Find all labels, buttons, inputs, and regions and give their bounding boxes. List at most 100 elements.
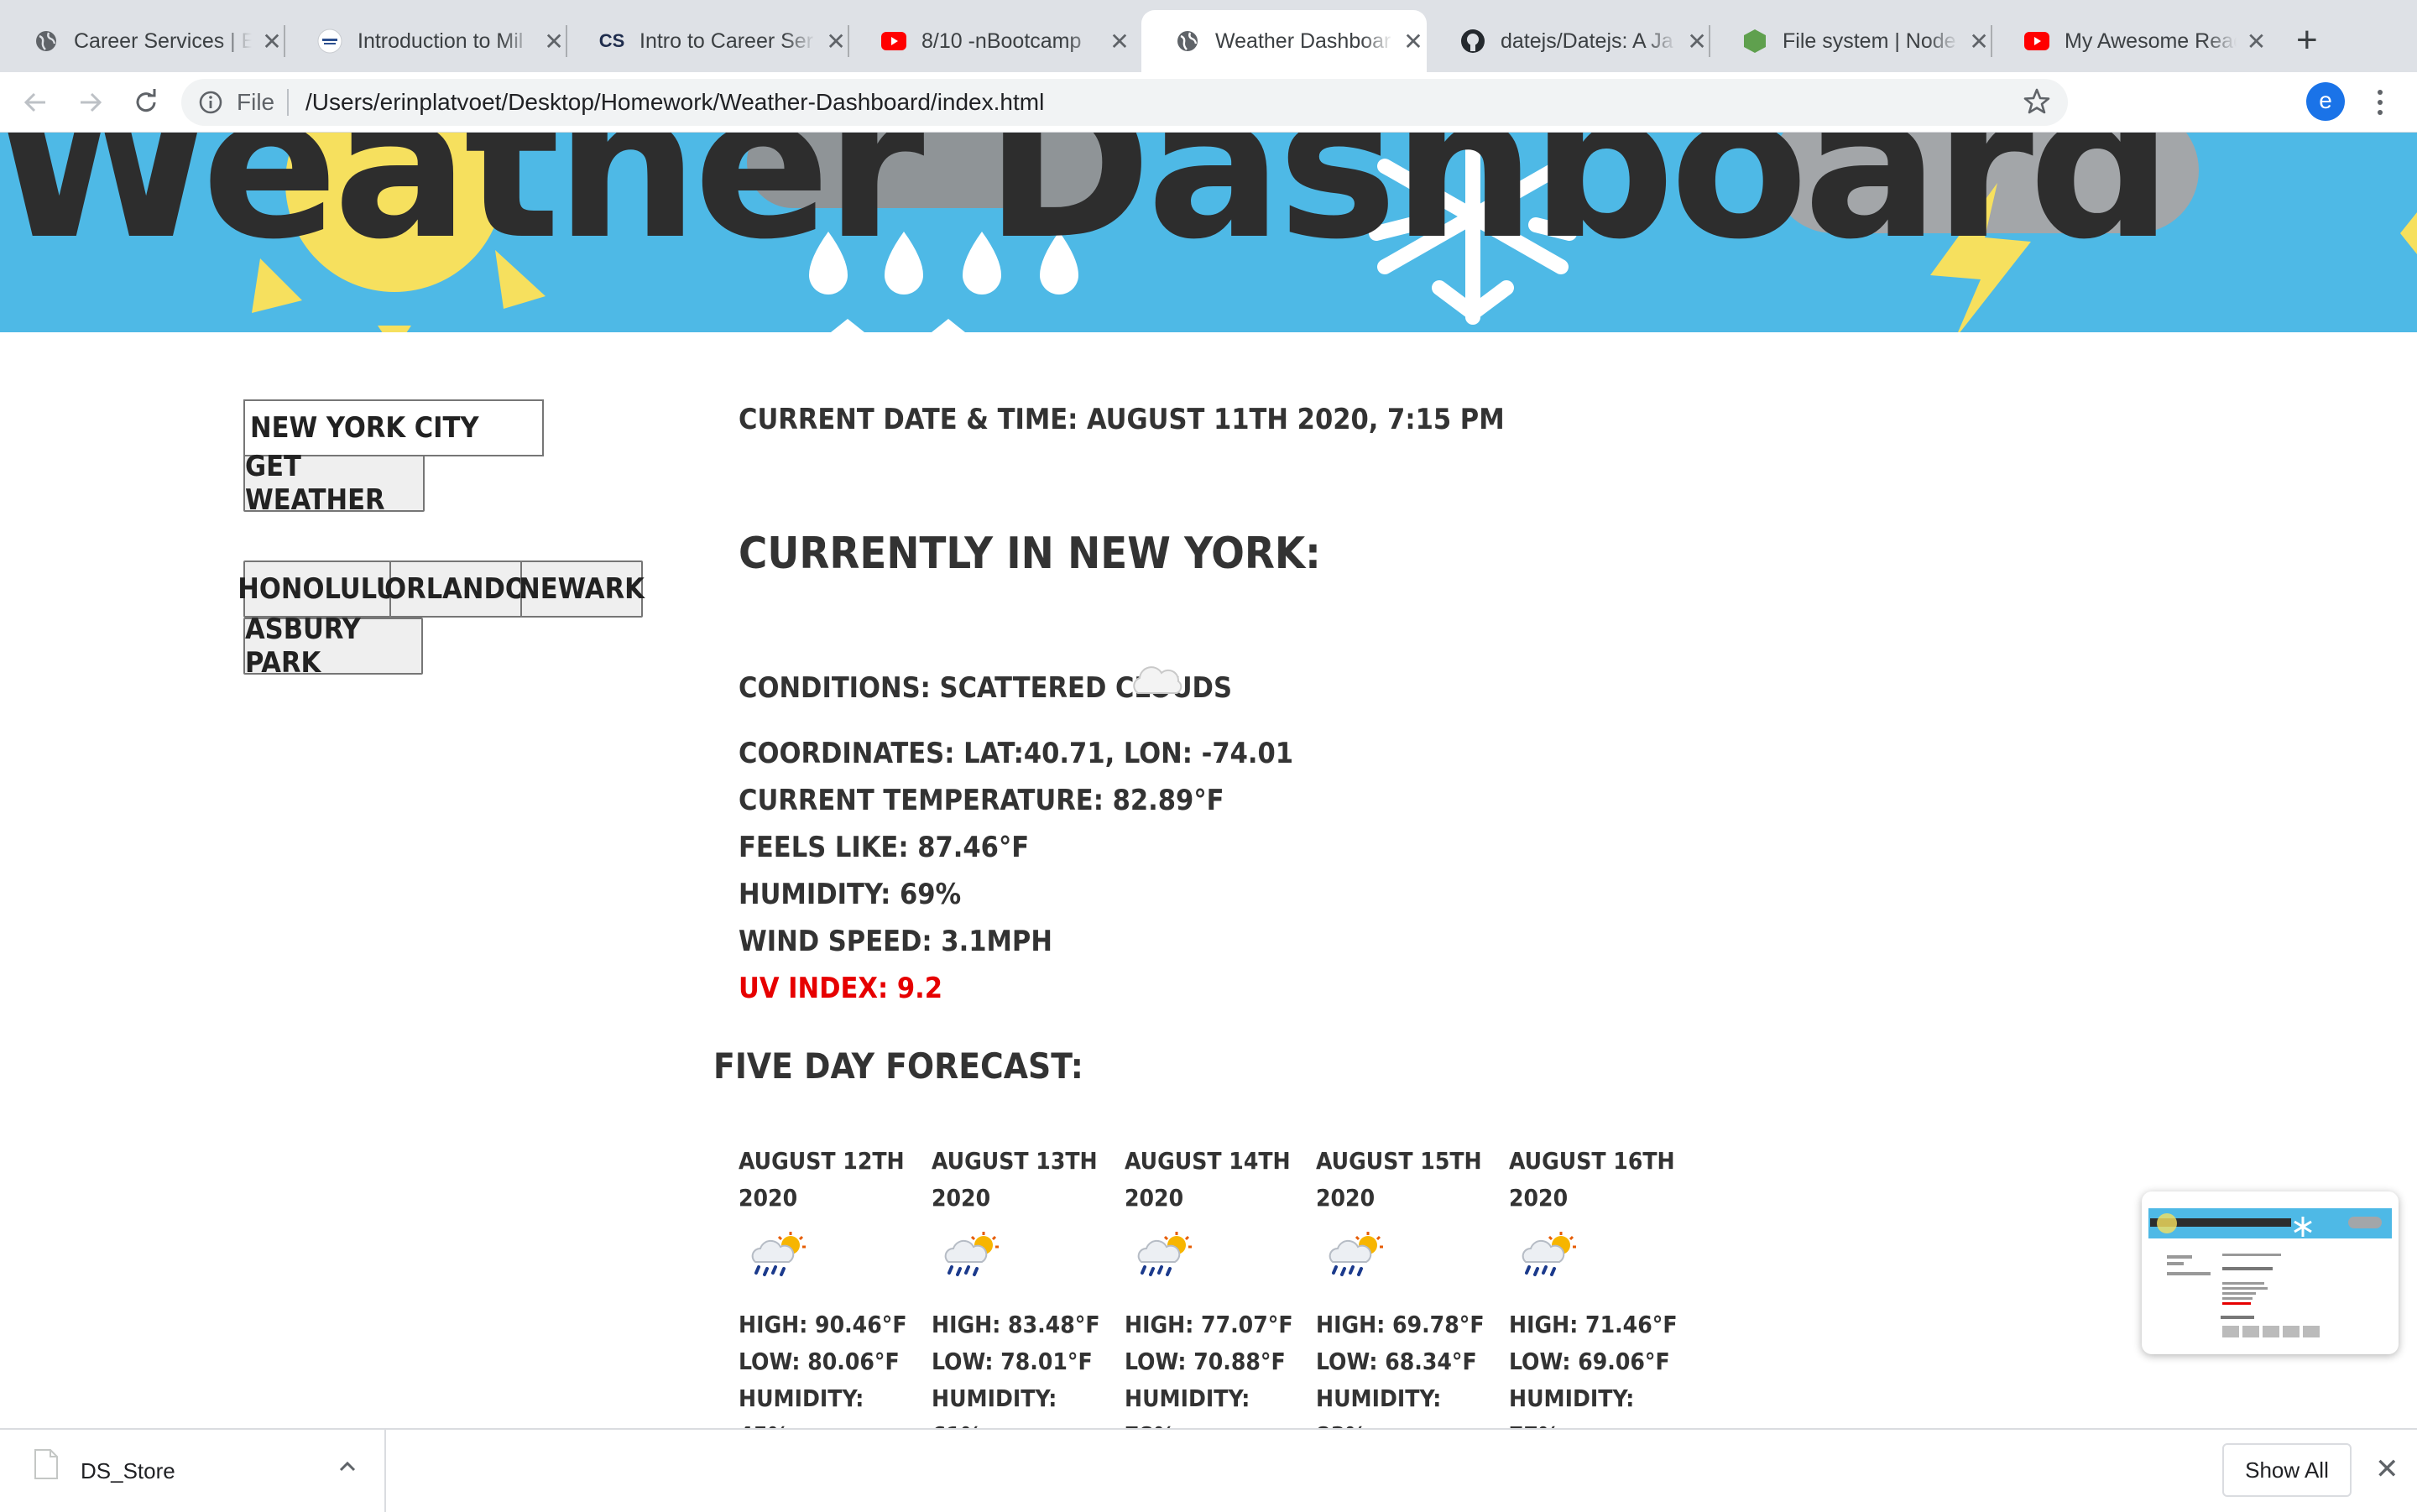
current-uv-index: UV INDEX: 9.2 xyxy=(739,972,943,1005)
rain-sun-icon xyxy=(1329,1232,1383,1276)
address-bar[interactable]: File /Users/erinplatvoet/Desktop/Homewor… xyxy=(181,79,2068,126)
forecast-day-card: AUGUST 12TH 2020 HIGH: 90.46°F LOW: 80.0… xyxy=(739,1143,915,1454)
file-icon xyxy=(34,1448,59,1484)
forecast-low: LOW: 70.88°F xyxy=(1125,1348,1286,1375)
tab-title: datejs/Datejs: A Ja xyxy=(1501,29,1673,53)
tab-career-services[interactable]: Career Services | E ✕ xyxy=(0,10,284,72)
download-file-name[interactable]: DS_Store xyxy=(81,1458,175,1484)
career-logo-icon xyxy=(317,29,342,54)
tab-title: Career Services | E xyxy=(74,29,252,53)
globe-icon xyxy=(34,29,59,54)
forecast-date: AUGUST 14TH xyxy=(1125,1147,1291,1175)
forecast-year: 2020 xyxy=(932,1184,991,1212)
chevron-up-icon[interactable] xyxy=(336,1455,359,1483)
browser-toolbar: File /Users/erinplatvoet/Desktop/Homewor… xyxy=(0,72,2417,189)
screenshot-preview-thumbnail[interactable] xyxy=(2142,1191,2399,1354)
forecast-title: FIVE DAY FORECAST: xyxy=(713,1045,1083,1087)
url-text[interactable]: /Users/erinplatvoet/Desktop/Homework/Wea… xyxy=(305,89,1044,116)
tab-title: Intro to Career Ser xyxy=(639,29,814,53)
tab-title: 8/10 -nBootcamp xyxy=(921,29,1082,53)
forward-button[interactable] xyxy=(67,79,114,126)
close-icon[interactable]: ✕ xyxy=(260,28,284,55)
new-tab-button[interactable]: + xyxy=(2296,22,2318,59)
forecast-high: HIGH: 77.07°F xyxy=(1125,1311,1293,1338)
youtube-icon xyxy=(2024,29,2049,54)
back-button[interactable] xyxy=(12,79,59,126)
current-datetime: CURRENT DATE & TIME: AUGUST 11TH 2020, 7… xyxy=(739,403,1505,436)
close-icon[interactable]: ✕ xyxy=(2375,1455,2399,1483)
saved-city-button[interactable]: ORLANDO xyxy=(384,560,527,618)
reload-button[interactable] xyxy=(123,79,170,126)
close-icon[interactable]: ✕ xyxy=(824,28,848,55)
url-scheme-label: File xyxy=(237,89,275,115)
current-feels-like: FEELS LIKE: 87.46°F xyxy=(739,831,1030,864)
forecast-low: LOW: 68.34°F xyxy=(1316,1348,1477,1375)
tab-weather-dashboard[interactable]: Weather Dashboar ✕ xyxy=(1141,10,1427,72)
close-icon[interactable]: ✕ xyxy=(2245,28,2268,55)
forecast-low: LOW: 78.01°F xyxy=(932,1348,1093,1375)
current-coordinates: COORDINATES: LAT:40.71, LON: -74.01 xyxy=(739,737,1294,770)
tab-title: Weather Dashboar xyxy=(1215,29,1391,53)
rain-sun-icon xyxy=(1522,1232,1576,1276)
tab-intro-career[interactable]: CS Intro to Career Ser ✕ xyxy=(566,10,848,72)
github-icon xyxy=(1460,29,1485,54)
tab-title: File system | Node xyxy=(1783,29,1956,53)
tab-datejs[interactable]: datejs/Datejs: A Ja ✕ xyxy=(1427,10,1709,72)
globe-icon xyxy=(1175,29,1200,54)
tab-strip: Career Services | E ✕ Introduction to Mi… xyxy=(0,0,2417,72)
show-all-button[interactable]: Show All xyxy=(2222,1443,2352,1497)
forecast-year: 2020 xyxy=(1316,1184,1376,1212)
close-icon[interactable]: ✕ xyxy=(542,28,566,55)
tab-react[interactable]: My Awesome Reac ✕ xyxy=(1991,10,2268,72)
saved-city-button[interactable]: ASBURY PARK xyxy=(243,613,423,680)
cs-icon: CS xyxy=(598,30,625,51)
forecast-year: 2020 xyxy=(1125,1184,1184,1212)
current-wind-speed: WIND SPEED: 3.1MPH xyxy=(739,925,1052,958)
tab-introduction[interactable]: Introduction to Mil ✕ xyxy=(284,10,566,72)
saved-city-button[interactable]: NEWARK xyxy=(519,560,645,618)
hero-banner: Weather Dashboard xyxy=(0,133,2417,332)
forward-arrow-icon xyxy=(81,92,102,112)
forecast-high: HIGH: 71.46°F xyxy=(1509,1311,1678,1338)
forecast-high: HIGH: 83.48°F xyxy=(932,1311,1100,1338)
info-icon[interactable] xyxy=(198,90,223,119)
avatar[interactable]: e xyxy=(2306,82,2345,121)
tab-file-system[interactable]: File system | Node ✕ xyxy=(1709,10,1991,72)
close-icon[interactable]: ✕ xyxy=(1967,28,1991,55)
forecast-date: AUGUST 13TH xyxy=(932,1147,1098,1175)
address-separator xyxy=(287,89,289,116)
forecast-day-card: AUGUST 13TH 2020 HIGH: 83.48°F LOW: 78.0… xyxy=(932,1143,1108,1454)
kebab-menu-icon[interactable] xyxy=(2370,82,2390,123)
forecast-high: HIGH: 69.78°F xyxy=(1316,1311,1485,1338)
get-weather-button[interactable]: GET WEATHER xyxy=(243,450,425,517)
forecast-low: LOW: 80.06°F xyxy=(739,1348,900,1375)
forecast-day-card: AUGUST 15TH 2020 HIGH: 69.78°F LOW: 68.3… xyxy=(1316,1143,1492,1454)
forecast-year: 2020 xyxy=(1509,1184,1569,1212)
forecast-date: AUGUST 15TH xyxy=(1316,1147,1482,1175)
tab-title: My Awesome Reac xyxy=(2065,29,2237,53)
close-icon[interactable]: ✕ xyxy=(1685,28,1709,55)
downloads-separator xyxy=(384,1430,386,1512)
close-icon[interactable]: ✕ xyxy=(1402,28,1425,55)
forecast-low: LOW: 69.06°F xyxy=(1509,1348,1670,1375)
nodejs-icon xyxy=(1742,29,1767,54)
current-temperature: CURRENT TEMPERATURE: 82.89°F xyxy=(739,784,1224,817)
forecast-high: HIGH: 90.46°F xyxy=(739,1311,907,1338)
cloud-icon xyxy=(1133,666,1182,694)
rain-sun-icon xyxy=(1137,1232,1192,1276)
youtube-icon xyxy=(881,29,906,54)
forecast-day-card: AUGUST 16TH 2020 HIGH: 71.46°F LOW: 69.0… xyxy=(1509,1143,1685,1454)
downloads-bar: DS_Store Show All ✕ xyxy=(0,1428,2417,1512)
bookmark-star-icon[interactable] xyxy=(2023,87,2051,120)
forecast-date: AUGUST 12TH xyxy=(739,1147,905,1175)
preview-image xyxy=(2148,1208,2392,1337)
reload-icon xyxy=(136,89,156,112)
back-arrow-icon xyxy=(23,92,45,112)
close-icon[interactable]: ✕ xyxy=(1108,28,1131,55)
forecast-year: 2020 xyxy=(739,1184,798,1212)
tab-bootcamp[interactable]: 8/10 -nBootcamp ✕ xyxy=(848,10,1141,72)
current-city-heading: CURRENTLY IN NEW YORK: xyxy=(739,529,1321,579)
city-search-input[interactable] xyxy=(243,399,544,456)
rain-sun-icon xyxy=(751,1232,806,1276)
saved-city-button[interactable]: HONOLULU xyxy=(238,560,397,618)
